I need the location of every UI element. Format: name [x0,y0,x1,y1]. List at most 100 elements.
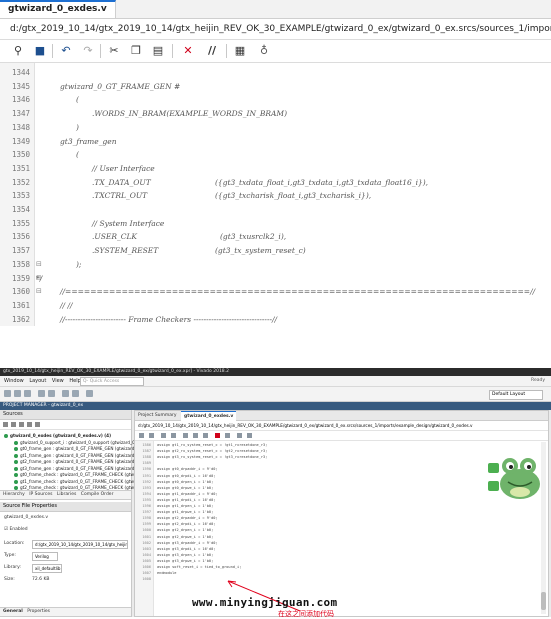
line-number: 1592 [142,479,151,484]
tab-project-summary[interactable]: Project Summary [135,411,180,420]
code-arg: (gt3_txusrclk2_i), [220,232,287,242]
code-text: assign gt3_drpwe_i = 1'b0; [157,558,214,563]
bulb-icon[interactable]: ♁ [256,43,272,59]
code-text: .USER_CLK [92,232,138,242]
code-text: assign gt2_drpwe_i = 1'b0; [157,534,214,539]
tab-gtwizard-exdes[interactable]: gtwizard_0_exdes.v [0,0,116,18]
module-icon [14,453,18,458]
save-icon[interactable]: ■ [32,43,48,59]
delete-icon[interactable]: ✕ [180,43,196,59]
location-value: d:/gtx_2019_10_14/gtx_2019_10_14/gtx_hei… [32,540,128,549]
comment-icon[interactable]: // [204,43,220,59]
editor-panel: Project Summary gtwizard_0_exdes.v d:/gt… [134,410,549,617]
search-icon[interactable] [3,422,8,427]
bulb-icon[interactable] [247,433,252,438]
tab-ip-sources[interactable]: IP Sources [29,492,52,497]
tree-item-label: gtwizard_0_exdes (gtwizard_0_exdes.v) (4… [10,433,112,438]
line-number: 1589 [142,461,151,466]
code-text: assign gt1_drpdi_i = 16'd0; [157,497,216,502]
code-line: 1345 gtwizard_0_GT_FRAME_GEN # [0,80,551,93]
open-icon[interactable] [14,390,21,397]
undo-icon[interactable] [38,390,45,397]
tree-item-label: gt1_frame_check : gtwizard_0_GT_FRAME_CH… [20,478,134,484]
scroll-thumb[interactable] [541,592,546,610]
back-icon[interactable]: ↶ [58,43,74,59]
settings-icon[interactable] [72,390,79,397]
line-number: 1595 [142,497,151,502]
window-title: gtx_2019_10_14/gtx_heijin_REV_OK_30_EXAM… [0,368,551,376]
cut-icon[interactable]: ✂ [106,43,122,59]
tab-exdes-file[interactable]: gtwizard_0_exdes.v [181,411,237,421]
tab-compile-order[interactable]: Compile Order [81,492,114,497]
menu-window[interactable]: Window [4,378,24,384]
layout-select[interactable]: Default Layout [489,390,543,400]
line-number: 1347 [11,109,30,119]
watermark-text: www.minyingjiguan.com [192,596,338,609]
line-number: 1354 [11,205,30,214]
module-icon [14,447,18,451]
library-label: Library: [4,565,21,570]
add-icon[interactable] [27,422,32,427]
forward-icon[interactable]: ↷ [80,43,96,59]
code-line: 1362 //------------------------ Frame Che… [0,313,551,326]
search-icon[interactable] [139,433,144,438]
code-text: assign gt2_rx_system_reset_c = !gt2_rxre… [157,449,268,454]
menu-layout[interactable]: Layout [29,378,46,384]
tab-hierarchy[interactable]: Hierarchy [3,492,25,497]
copy-icon[interactable] [193,433,198,438]
code-text: assign gt1_drpwe_i = 1'b0; [157,510,214,515]
search-icon[interactable]: ⚲ [10,43,26,59]
code-text: //------------------------ Frame Checker… [60,314,278,324]
tab-properties[interactable]: Properties [27,609,50,614]
copy-icon[interactable]: ❐ [128,43,144,59]
refresh-icon[interactable] [35,422,40,427]
module-icon [14,440,18,445]
quick-access-search[interactable]: Q- Quick Access [80,377,144,386]
comment-icon[interactable] [225,433,230,438]
format-icon[interactable] [237,433,242,438]
tab-libraries[interactable]: Libraries [57,492,76,497]
redo-icon[interactable] [48,390,55,397]
expand-icon[interactable] [19,422,24,427]
close-icon[interactable] [86,390,93,397]
tab-general[interactable]: General [3,609,23,614]
paste-icon[interactable]: ▤ [150,43,166,59]
collapse-icon[interactable] [11,422,16,427]
fold-icon[interactable]: ⊟ [36,285,42,298]
back-icon[interactable] [161,433,166,438]
module-icon [4,434,8,438]
code-text: //======================================… [60,287,536,297]
editor-tabs: Project Summary gtwizard_0_exdes.v [135,411,548,421]
code-text: assign gt1_drpen_i = 1'b0; [157,504,214,508]
code-line: 1355 // System Interface [0,217,551,230]
delete-icon[interactable] [215,433,220,438]
editor-tab-bar: gtwizard_0_exdes.v [0,0,551,19]
code-text: assign gt2_drpen_i = 1'b0; [157,528,214,533]
file-path: d:/gtx_2019_10_14/gtx_2019_10_14/gtx_hei… [0,19,551,40]
line-number: 1351 [11,163,30,173]
new-icon[interactable] [4,390,11,397]
editor-code[interactable]: 1586 assign gt1_rx_system_reset_c = !gt1… [135,441,548,616]
line-number: 1593 [142,485,151,490]
paste-icon[interactable] [203,433,208,438]
save-icon[interactable] [149,433,154,438]
fold-icon[interactable]: ⊟ [36,258,42,271]
line-number: 1608 [142,577,151,582]
module-icon [14,460,18,464]
module-icon [14,479,18,484]
save-icon[interactable] [24,390,31,397]
code-area[interactable]: 1344 1345 gtwizard_0_GT_FRAME_GEN # 1346 (13… [0,63,551,326]
code-text: */ [36,273,43,283]
code-text: assign gt3_rx_system_reset_c = !gt3_rxre… [157,455,268,460]
code-line: 1347 .WORDS_IN_BRAM(EXAMPLE_WORDS_IN_BRAM… [0,107,551,120]
status-ready: Ready [531,378,545,383]
forward-icon[interactable] [171,433,176,438]
enabled-checkbox[interactable]: ☑ Enabled [4,526,28,534]
format-icon[interactable]: ▦ [232,43,248,59]
run-icon[interactable] [62,390,69,397]
menu-view[interactable]: View [52,378,64,384]
cut-icon[interactable] [183,433,188,438]
tree-item[interactable]: gt2_frame_check : gtwizard_0_GT_FRAME_CH… [14,484,134,491]
tree-item-label: gt1_frame_gen : gtwizard_0_GT_FRAME_GEN … [20,452,140,458]
size-label: Size: [4,577,15,582]
